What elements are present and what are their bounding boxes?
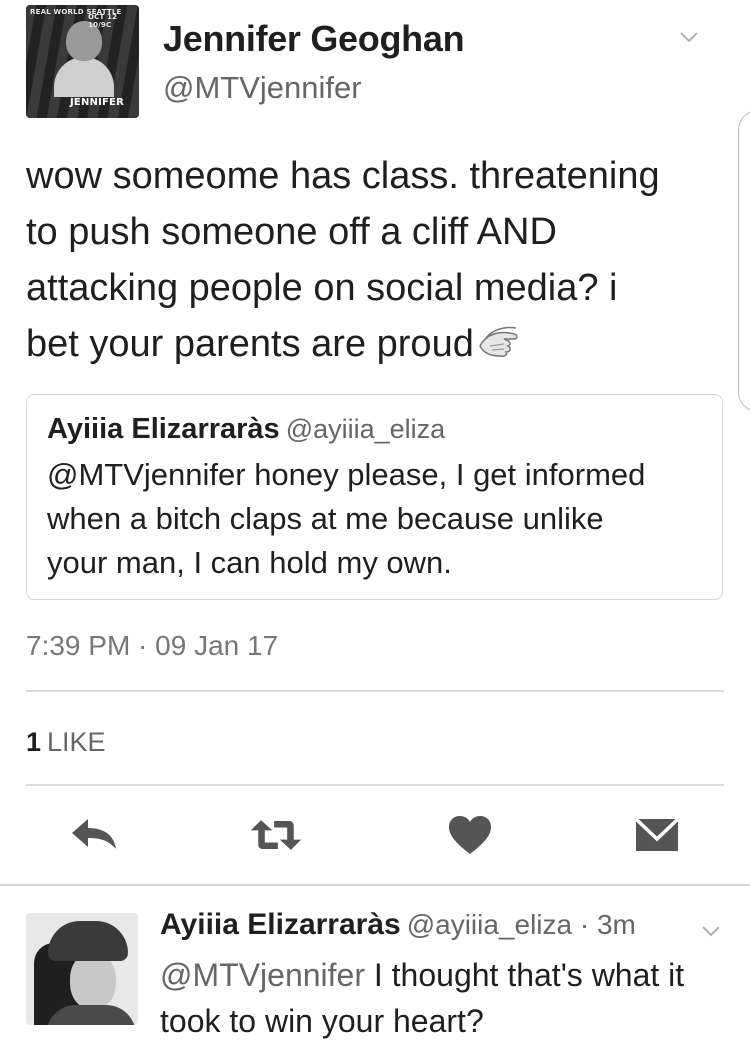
quoted-display-name: Ayiiia Elizarraràs xyxy=(47,413,280,445)
reply-author-avatar[interactable] xyxy=(26,913,138,1025)
avatar-hat xyxy=(48,921,128,961)
scroll-indicator xyxy=(738,110,750,412)
reply-mention-link[interactable]: @MTVjennifer xyxy=(160,957,365,993)
avatar-caption-name: JENNIFER xyxy=(70,97,124,108)
like-count: 1 xyxy=(26,727,42,757)
quoted-screen-name: @ayiiia_eliza xyxy=(285,414,446,444)
direct-message-button[interactable] xyxy=(629,810,685,860)
chevron-down-icon[interactable] xyxy=(700,920,722,942)
reply-button[interactable] xyxy=(66,810,122,860)
reply-tweet-text: @MTVjennifer I thought that's what it to… xyxy=(160,952,730,1044)
quoted-author: Ayiiia Elizarraràs @ayiiia_eliza xyxy=(47,413,445,446)
envelope-icon xyxy=(634,817,680,851)
like-count-stat[interactable]: 1 LIKE xyxy=(26,727,106,758)
retweet-icon xyxy=(250,820,302,850)
reply-screen-name-and-time: @ayiiia_eliza · 3m xyxy=(406,909,636,940)
tweet-body: wow someome has class. threatening to pu… xyxy=(26,148,736,372)
divider xyxy=(26,784,724,786)
reply-icon xyxy=(72,819,116,849)
tweet-text: wow someome has class. threatening to pu… xyxy=(26,155,660,365)
author-avatar[interactable]: REAL WORLD SEATTLE OCT 12 10/9C JENNIFER xyxy=(26,5,139,118)
quoted-tweet-card[interactable]: Ayiiia Elizarraràs @ayiiia_eliza @MTVjenn… xyxy=(26,394,723,600)
author-display-name[interactable]: Jennifer Geoghan xyxy=(163,18,465,60)
quoted-tweet-text: @MTVjennifer honey please, I get informe… xyxy=(47,457,646,580)
author-screen-name[interactable]: @MTVjennifer xyxy=(163,70,362,106)
divider xyxy=(26,690,724,692)
like-button[interactable] xyxy=(442,810,498,860)
chevron-down-icon[interactable] xyxy=(678,26,700,48)
reply-display-name: Ayiiia Elizarraràs xyxy=(160,908,401,941)
avatar-caption-date: OCT 12 10/9C xyxy=(88,13,118,29)
section-divider xyxy=(0,884,750,886)
heart-icon xyxy=(449,816,491,854)
avatar-face xyxy=(70,953,116,1009)
like-label: LIKE xyxy=(47,727,106,757)
clapping-hands-icon xyxy=(479,326,518,357)
tweet-timestamp: 7:39 PM · 09 Jan 17 xyxy=(26,630,279,661)
retweet-button[interactable] xyxy=(248,810,304,860)
reply-author[interactable]: Ayiiia Elizarraràs @ayiiia_eliza · 3m xyxy=(160,908,636,942)
